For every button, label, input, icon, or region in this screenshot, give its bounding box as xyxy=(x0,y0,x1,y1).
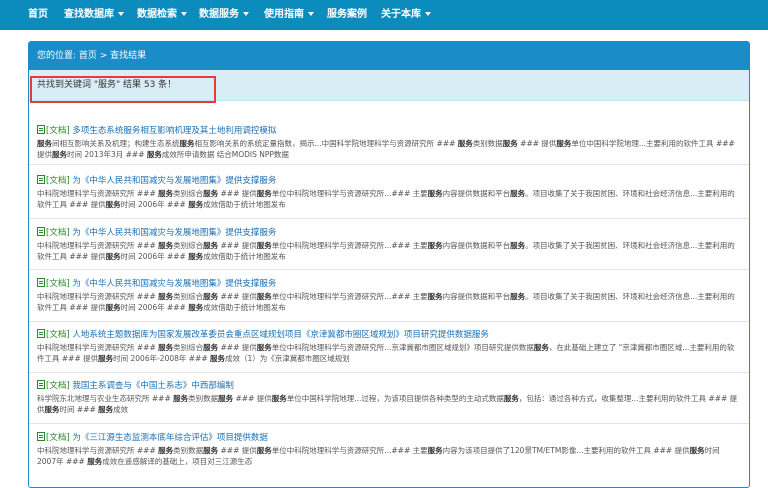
doc-tag: [文档] xyxy=(37,227,70,238)
caret-down-icon xyxy=(243,12,249,16)
divider xyxy=(29,164,749,165)
doc-tag: [文档] xyxy=(37,125,70,136)
list-item: [文档] 为《中华人民共和国减灾与发展地图集》提供支撑服务 中科院地理科学与资源… xyxy=(37,175,741,210)
result-description: 中科院地理科学与资源研究所 ### 服务类别综合服务 ### 提供服务单位中科院… xyxy=(37,292,735,312)
nav-home-label: 首页 xyxy=(28,9,48,20)
document-icon xyxy=(37,227,45,236)
document-icon xyxy=(37,125,45,134)
top-navbar: 首页 查找数据库 数据检索 数据服务 使用指南 服务案例 关于本库 xyxy=(0,0,768,30)
nav-find-database[interactable]: 查找数据库 xyxy=(64,0,124,30)
result-description: 中科院地理科学与资源研究所 ### 服务类别数据服务 ### 提供服务单位中科院… xyxy=(37,446,720,466)
list-item: [文档] 为《中华人民共和国减灾与发展地图集》提供支撑服务 中科院地理科学与资源… xyxy=(37,227,741,262)
result-title-link[interactable]: 多项生态系统服务相互影响机理及其土地利用调控模拟 xyxy=(72,126,276,136)
doc-tag-label: [文档] xyxy=(46,279,70,289)
caret-down-icon xyxy=(181,12,187,16)
divider xyxy=(29,269,749,270)
caret-down-icon xyxy=(118,12,124,16)
result-title-link[interactable]: 人地系统主题数据库为国家发展改革委员会重点区域规划项目《京津冀都市圈区域规划》项… xyxy=(72,330,489,340)
doc-tag: [文档] xyxy=(37,432,70,443)
doc-tag-label: [文档] xyxy=(46,381,70,391)
caret-down-icon xyxy=(425,12,431,16)
result-title-link[interactable]: 为《中华人民共和国减灾与发展地图集》提供支撑服务 xyxy=(72,176,276,186)
nav-data-service-label: 数据服务 xyxy=(199,9,239,20)
result-description: 中科院地理科学与资源研究所 ### 服务类别综合服务 ### 提供服务单位中科院… xyxy=(37,189,735,209)
list-item: [文档] 多项生态系统服务相互影响机理及其土地利用调控模拟 服务间相互影响关系及… xyxy=(37,125,741,160)
doc-tag: [文档] xyxy=(37,380,70,391)
doc-tag-label: [文档] xyxy=(46,433,70,443)
document-icon xyxy=(37,175,45,184)
breadcrumb: 您的位置: 首页 > 查找结果 xyxy=(29,42,749,70)
nav-about[interactable]: 关于本库 xyxy=(381,0,431,30)
result-description: 科学院东北地理与农业生态研究所 ### 服务类别数据服务 ### 提供服务单位中… xyxy=(37,394,738,414)
divider xyxy=(29,423,749,424)
document-icon xyxy=(37,380,45,389)
result-title-link[interactable]: 为《三江源生态监测本底年综合评估》项目提供数据 xyxy=(72,433,268,443)
doc-tag-label: [文档] xyxy=(46,176,70,186)
nav-data-search-label: 数据检索 xyxy=(137,9,177,20)
doc-tag-label: [文档] xyxy=(46,330,70,340)
nav-data-search[interactable]: 数据检索 xyxy=(137,0,187,30)
doc-tag-label: [文档] xyxy=(46,228,70,238)
divider xyxy=(29,321,749,322)
results-panel: 您的位置: 首页 > 查找结果 共找到关键词 "服务" 结果 53 条！ [文档… xyxy=(28,41,750,488)
list-item: [文档] 人地系统主题数据库为国家发展改革委员会重点区域规划项目《京津冀都市圈区… xyxy=(37,329,741,364)
document-icon xyxy=(37,278,45,287)
highlight-box xyxy=(30,76,216,103)
divider xyxy=(29,218,749,219)
result-title-link[interactable]: 我国主系调查与《中国土系志》中西部编制 xyxy=(72,381,234,391)
caret-down-icon xyxy=(308,12,314,16)
nav-home[interactable]: 首页 xyxy=(28,0,48,30)
nav-user-guide-label: 使用指南 xyxy=(264,9,304,20)
result-title-link[interactable]: 为《中华人民共和国减灾与发展地图集》提供支撑服务 xyxy=(72,279,276,289)
result-description: 服务间相互影响关系及机理；构建生态系统服务相互影响关系的系统定量指数，揭示...… xyxy=(37,139,735,159)
nav-data-service[interactable]: 数据服务 xyxy=(199,0,249,30)
list-item: [文档] 我国主系调查与《中国土系志》中西部编制 科学院东北地理与农业生态研究所… xyxy=(37,380,741,415)
result-description: 中科院地理科学与资源研究所 ### 服务类别综合服务 ### 提供服务单位中科院… xyxy=(37,343,735,363)
result-description: 中科院地理科学与资源研究所 ### 服务类别综合服务 ### 提供服务单位中科院… xyxy=(37,241,735,261)
document-icon xyxy=(37,432,45,441)
breadcrumb-text: 您的位置: 首页 > 查找结果 xyxy=(37,51,147,61)
nav-about-label: 关于本库 xyxy=(381,9,421,20)
doc-tag: [文档] xyxy=(37,329,70,340)
doc-tag-label: [文档] xyxy=(46,126,70,136)
nav-find-database-label: 查找数据库 xyxy=(64,9,114,20)
list-item: [文档] 为《三江源生态监测本底年综合评估》项目提供数据 中科院地理科学与资源研… xyxy=(37,432,741,467)
nav-service-cases-label: 服务案例 xyxy=(327,9,367,20)
doc-tag: [文档] xyxy=(37,175,70,186)
list-item: [文档] 为《中华人民共和国减灾与发展地图集》提供支撑服务 中科院地理科学与资源… xyxy=(37,278,741,313)
nav-service-cases[interactable]: 服务案例 xyxy=(327,0,367,30)
nav-user-guide[interactable]: 使用指南 xyxy=(264,0,314,30)
document-icon xyxy=(37,329,45,338)
doc-tag: [文档] xyxy=(37,278,70,289)
result-title-link[interactable]: 为《中华人民共和国减灾与发展地图集》提供支撑服务 xyxy=(72,228,276,238)
divider xyxy=(29,372,749,373)
